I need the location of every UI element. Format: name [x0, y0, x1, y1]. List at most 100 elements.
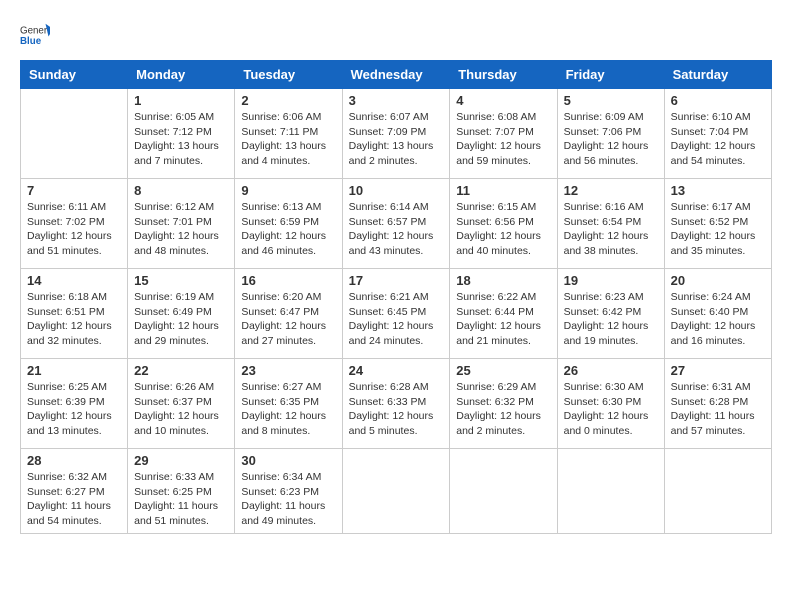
calendar-cell: 29Sunrise: 6:33 AMSunset: 6:25 PMDayligh… — [128, 449, 235, 534]
sunrise-text: Sunrise: 6:11 AM — [27, 200, 121, 215]
cell-content: Sunrise: 6:05 AMSunset: 7:12 PMDaylight:… — [134, 110, 228, 169]
logo: General Blue — [20, 20, 50, 50]
sunset-text: Sunset: 6:56 PM — [456, 215, 550, 230]
calendar-week-row: 21Sunrise: 6:25 AMSunset: 6:39 PMDayligh… — [21, 359, 772, 449]
calendar-cell: 24Sunrise: 6:28 AMSunset: 6:33 PMDayligh… — [342, 359, 450, 449]
day-number: 1 — [134, 93, 228, 108]
sunrise-text: Sunrise: 6:32 AM — [27, 470, 121, 485]
sunset-text: Sunset: 6:47 PM — [241, 305, 335, 320]
sunrise-text: Sunrise: 6:12 AM — [134, 200, 228, 215]
logo-icon: General Blue — [20, 20, 50, 50]
sunrise-text: Sunrise: 6:33 AM — [134, 470, 228, 485]
daylight-text: Daylight: 12 hours and 21 minutes. — [456, 319, 550, 348]
day-number: 15 — [134, 273, 228, 288]
day-number: 10 — [349, 183, 444, 198]
cell-content: Sunrise: 6:13 AMSunset: 6:59 PMDaylight:… — [241, 200, 335, 259]
cell-content: Sunrise: 6:20 AMSunset: 6:47 PMDaylight:… — [241, 290, 335, 349]
cell-content: Sunrise: 6:15 AMSunset: 6:56 PMDaylight:… — [456, 200, 550, 259]
calendar-cell: 10 Sunrise: 6:14 AMSunset: 6:57 PMDayligh… — [342, 179, 450, 269]
sunset-text: Sunset: 6:23 PM — [241, 485, 335, 500]
calendar-cell: 16Sunrise: 6:20 AMSunset: 6:47 PMDayligh… — [235, 269, 342, 359]
sunrise-text: Sunrise: 6:08 AM — [456, 110, 550, 125]
calendar-cell: 8 Sunrise: 6:12 AMSunset: 7:01 PMDaylight… — [128, 179, 235, 269]
calendar-cell: 30Sunrise: 6:34 AMSunset: 6:23 PMDayligh… — [235, 449, 342, 534]
cell-content: Sunrise: 6:18 AMSunset: 6:51 PMDaylight:… — [27, 290, 121, 349]
daylight-text: Daylight: 12 hours and 32 minutes. — [27, 319, 121, 348]
day-number: 22 — [134, 363, 228, 378]
sunrise-text: Sunrise: 6:34 AM — [241, 470, 335, 485]
svg-text:General: General — [20, 26, 50, 37]
daylight-text: Daylight: 12 hours and 46 minutes. — [241, 229, 335, 258]
sunrise-text: Sunrise: 6:31 AM — [671, 380, 765, 395]
calendar-week-row: 1 Sunrise: 6:05 AMSunset: 7:12 PMDaylight… — [21, 89, 772, 179]
sunrise-text: Sunrise: 6:24 AM — [671, 290, 765, 305]
cell-content: Sunrise: 6:27 AMSunset: 6:35 PMDaylight:… — [241, 380, 335, 439]
daylight-text: Daylight: 12 hours and 38 minutes. — [564, 229, 658, 258]
day-number: 28 — [27, 453, 121, 468]
daylight-text: Daylight: 12 hours and 13 minutes. — [27, 409, 121, 438]
sunset-text: Sunset: 7:04 PM — [671, 125, 765, 140]
cell-content: Sunrise: 6:11 AMSunset: 7:02 PMDaylight:… — [27, 200, 121, 259]
sunrise-text: Sunrise: 6:10 AM — [671, 110, 765, 125]
day-number: 18 — [456, 273, 550, 288]
calendar-cell: 15 Sunrise: 6:19 AMSunset: 6:49 PMDayligh… — [128, 269, 235, 359]
cell-content: Sunrise: 6:23 AMSunset: 6:42 PMDaylight:… — [564, 290, 658, 349]
sunrise-text: Sunrise: 6:26 AM — [134, 380, 228, 395]
calendar-cell: 5Sunrise: 6:09 AMSunset: 7:06 PMDaylight… — [557, 89, 664, 179]
daylight-text: Daylight: 13 hours and 7 minutes. — [134, 139, 228, 168]
sunrise-text: Sunrise: 6:15 AM — [456, 200, 550, 215]
calendar-cell: 27Sunrise: 6:31 AMSunset: 6:28 PMDayligh… — [664, 359, 771, 449]
calendar-cell: 20Sunrise: 6:24 AMSunset: 6:40 PMDayligh… — [664, 269, 771, 359]
calendar-cell: 9 Sunrise: 6:13 AMSunset: 6:59 PMDaylight… — [235, 179, 342, 269]
calendar-week-row: 14 Sunrise: 6:18 AMSunset: 6:51 PMDayligh… — [21, 269, 772, 359]
sunrise-text: Sunrise: 6:06 AM — [241, 110, 335, 125]
sunrise-text: Sunrise: 6:29 AM — [456, 380, 550, 395]
calendar-table: SundayMondayTuesdayWednesdayThursdayFrid… — [20, 60, 772, 534]
weekday-header: Monday — [128, 61, 235, 89]
sunrise-text: Sunrise: 6:18 AM — [27, 290, 121, 305]
sunset-text: Sunset: 6:54 PM — [564, 215, 658, 230]
sunset-text: Sunset: 7:09 PM — [349, 125, 444, 140]
sunset-text: Sunset: 6:39 PM — [27, 395, 121, 410]
cell-content: Sunrise: 6:10 AMSunset: 7:04 PMDaylight:… — [671, 110, 765, 169]
daylight-text: Daylight: 12 hours and 59 minutes. — [456, 139, 550, 168]
day-number: 9 — [241, 183, 335, 198]
daylight-text: Daylight: 11 hours and 51 minutes. — [134, 499, 228, 528]
sunrise-text: Sunrise: 6:19 AM — [134, 290, 228, 305]
day-number: 7 — [27, 183, 121, 198]
daylight-text: Daylight: 11 hours and 49 minutes. — [241, 499, 335, 528]
sunset-text: Sunset: 6:45 PM — [349, 305, 444, 320]
cell-content: Sunrise: 6:16 AMSunset: 6:54 PMDaylight:… — [564, 200, 658, 259]
sunrise-text: Sunrise: 6:09 AM — [564, 110, 658, 125]
calendar-cell: 13Sunrise: 6:17 AMSunset: 6:52 PMDayligh… — [664, 179, 771, 269]
calendar-cell — [21, 89, 128, 179]
cell-content: Sunrise: 6:28 AMSunset: 6:33 PMDaylight:… — [349, 380, 444, 439]
day-number: 29 — [134, 453, 228, 468]
calendar-cell: 4Sunrise: 6:08 AMSunset: 7:07 PMDaylight… — [450, 89, 557, 179]
cell-content: Sunrise: 6:14 AMSunset: 6:57 PMDaylight:… — [349, 200, 444, 259]
cell-content: Sunrise: 6:24 AMSunset: 6:40 PMDaylight:… — [671, 290, 765, 349]
day-number: 5 — [564, 93, 658, 108]
sunset-text: Sunset: 7:01 PM — [134, 215, 228, 230]
cell-content: Sunrise: 6:29 AMSunset: 6:32 PMDaylight:… — [456, 380, 550, 439]
daylight-text: Daylight: 13 hours and 4 minutes. — [241, 139, 335, 168]
sunset-text: Sunset: 7:02 PM — [27, 215, 121, 230]
day-number: 8 — [134, 183, 228, 198]
sunset-text: Sunset: 6:35 PM — [241, 395, 335, 410]
day-number: 26 — [564, 363, 658, 378]
daylight-text: Daylight: 12 hours and 48 minutes. — [134, 229, 228, 258]
daylight-text: Daylight: 12 hours and 29 minutes. — [134, 319, 228, 348]
sunset-text: Sunset: 6:33 PM — [349, 395, 444, 410]
sunset-text: Sunset: 7:06 PM — [564, 125, 658, 140]
day-number: 14 — [27, 273, 121, 288]
cell-content: Sunrise: 6:19 AMSunset: 6:49 PMDaylight:… — [134, 290, 228, 349]
daylight-text: Daylight: 12 hours and 43 minutes. — [349, 229, 444, 258]
daylight-text: Daylight: 11 hours and 54 minutes. — [27, 499, 121, 528]
day-number: 23 — [241, 363, 335, 378]
daylight-text: Daylight: 12 hours and 5 minutes. — [349, 409, 444, 438]
daylight-text: Daylight: 12 hours and 19 minutes. — [564, 319, 658, 348]
sunrise-text: Sunrise: 6:22 AM — [456, 290, 550, 305]
svg-text:Blue: Blue — [20, 36, 42, 47]
sunset-text: Sunset: 7:07 PM — [456, 125, 550, 140]
cell-content: Sunrise: 6:22 AMSunset: 6:44 PMDaylight:… — [456, 290, 550, 349]
